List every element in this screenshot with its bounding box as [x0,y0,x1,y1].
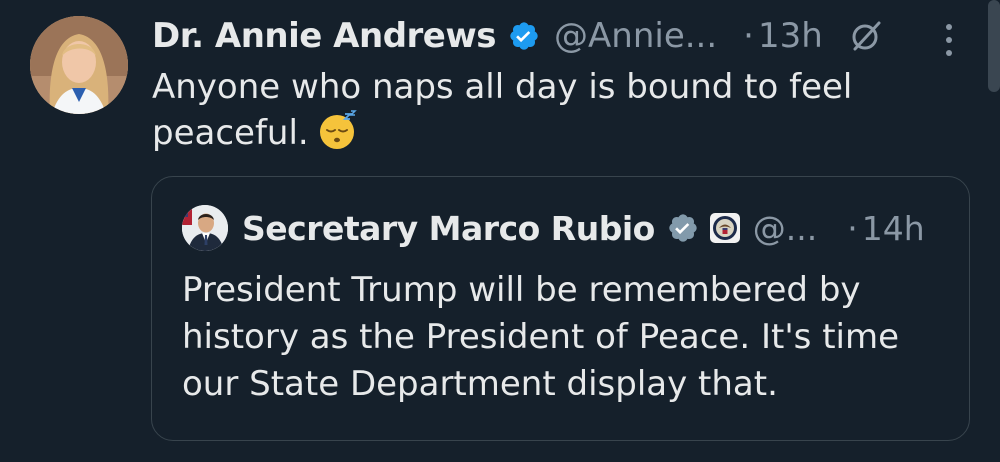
quoted-avatar[interactable] [182,205,228,251]
tweet-text-content: Anyone who naps all day is bound to feel… [152,67,853,153]
author-name[interactable]: Dr. Annie Andrews [152,16,497,56]
scrollbar[interactable] [988,0,1000,92]
quoted-tweet-text: President Trump will be remembered by hi… [182,270,900,404]
profile-photo [30,16,128,114]
quoted-tweet-card[interactable]: Secretary Marco Rubio @... · 14h Preside… [151,176,970,441]
quoted-timestamp[interactable]: 14h [862,209,925,248]
separator: · [743,16,754,56]
tweet-header: Dr. Annie Andrews @Annie... · 13h [152,14,883,58]
more-options-icon[interactable] [934,20,964,60]
quoted-separator: · [847,208,858,248]
quoted-profile-photo [182,205,228,251]
tweet-text: Anyone who naps all day is bound to feel… [152,64,912,156]
quoted-tweet-header: Secretary Marco Rubio @... · 14h [242,205,925,251]
quoted-author-name[interactable]: Secretary Marco Rubio [242,209,655,248]
author-handle[interactable]: @Annie... [554,16,717,56]
verified-badge-icon[interactable] [508,20,540,52]
sleeping-face-emoji-icon [317,110,357,150]
quoted-author-handle[interactable]: @... [753,209,817,248]
timestamp[interactable]: 13h [758,16,823,56]
gray-verified-badge-icon[interactable] [667,212,699,244]
avatar[interactable] [30,16,128,114]
state-department-seal-icon[interactable] [709,212,741,244]
grok-icon[interactable] [847,18,883,54]
